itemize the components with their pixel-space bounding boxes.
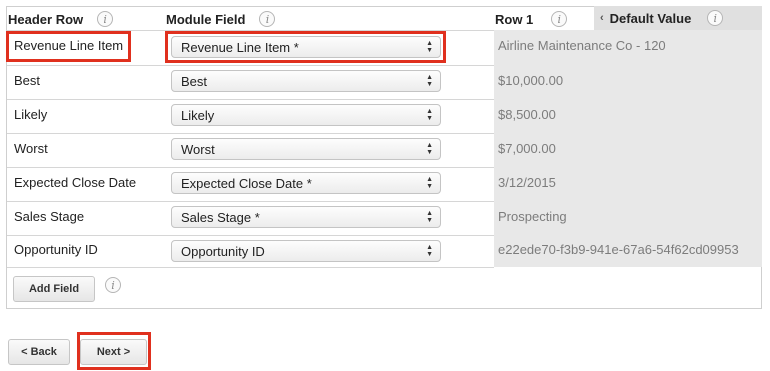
row1-value: $7,000.00 <box>498 141 556 156</box>
module-field-select[interactable]: Worst ▲ ▼ <box>171 138 441 160</box>
select-value: Likely <box>181 107 215 123</box>
up-down-arrows-icon: ▲ ▼ <box>426 142 433 156</box>
select-value: Best <box>181 73 208 89</box>
up-down-arrows-icon: ▲ ▼ <box>426 40 433 54</box>
info-icon[interactable]: i <box>551 11 568 27</box>
select-value: Sales Stage * <box>181 209 260 225</box>
row-divider <box>7 201 494 202</box>
module-field-label: Module Field <box>166 11 246 27</box>
row-divider <box>7 99 494 100</box>
up-down-arrows-icon: ▲ ▼ <box>426 74 433 88</box>
header-row-cell: Revenue Line Item <box>14 38 124 53</box>
select-value: Worst <box>181 141 215 157</box>
select-value: Opportunity ID <box>181 243 265 259</box>
header-row-cell: Expected Close Date <box>14 175 137 190</box>
module-field-select[interactable]: Expected Close Date * ▲ ▼ <box>171 172 441 194</box>
module-field-select[interactable]: Revenue Line Item * ▲ ▼ <box>171 36 441 58</box>
row1-label: Row 1 <box>495 11 534 27</box>
header-row-cell: Opportunity ID <box>14 242 98 257</box>
row1-value: e22ede70-f3b9-941e-67a6-54f62cd09953 <box>498 242 739 257</box>
info-icon[interactable]: i <box>97 11 114 27</box>
module-field-select[interactable]: Best ▲ ▼ <box>171 70 441 92</box>
default-value-toggle[interactable]: ‹ Default Value i <box>594 6 762 30</box>
row1-value: $8,500.00 <box>498 107 556 122</box>
header-row-cell: Sales Stage <box>14 209 85 224</box>
select-value: Expected Close Date * <box>181 175 312 191</box>
row-divider <box>7 30 494 31</box>
row1-value: $10,000.00 <box>498 73 564 88</box>
row1-heading: Row 1 i <box>495 7 568 31</box>
up-down-arrows-icon: ▲ ▼ <box>426 244 433 258</box>
module-field-select[interactable]: Opportunity ID ▲ ▼ <box>171 240 441 262</box>
header-row-heading: Header Row i <box>8 7 114 31</box>
up-down-arrows-icon: ▲ ▼ <box>426 210 433 224</box>
header-row-cell: Worst <box>14 141 48 156</box>
module-field-select[interactable]: Sales Stage * ▲ ▼ <box>171 206 441 228</box>
up-down-arrows-icon: ▲ ▼ <box>426 108 433 122</box>
up-down-arrows-icon: ▲ ▼ <box>426 176 433 190</box>
chevron-left-icon: ‹ <box>600 12 604 24</box>
row-divider <box>7 65 494 66</box>
header-row-cell: Best <box>14 73 41 88</box>
row1-value: Airline Maintenance Co - 120 <box>498 38 666 53</box>
header-row-label: Header Row <box>8 11 84 27</box>
row1-value: Prospecting <box>498 209 567 224</box>
row-divider <box>7 133 494 134</box>
row-divider <box>7 235 494 236</box>
info-icon[interactable]: i <box>259 11 276 27</box>
module-field-select[interactable]: Likely ▲ ▼ <box>171 104 441 126</box>
select-value: Revenue Line Item * <box>181 39 299 55</box>
default-value-label: Default Value <box>609 10 692 26</box>
module-field-heading: Module Field i <box>166 7 276 31</box>
next-button[interactable]: Next > <box>80 339 147 365</box>
info-icon[interactable]: i <box>707 10 724 26</box>
row1-value: 3/12/2015 <box>498 175 556 190</box>
row-divider <box>7 267 494 268</box>
back-button[interactable]: < Back <box>8 339 70 365</box>
info-icon[interactable]: i <box>105 277 121 293</box>
row-divider <box>7 167 494 168</box>
header-row-cell: Likely <box>14 107 48 122</box>
add-field-button[interactable]: Add Field <box>13 276 95 302</box>
